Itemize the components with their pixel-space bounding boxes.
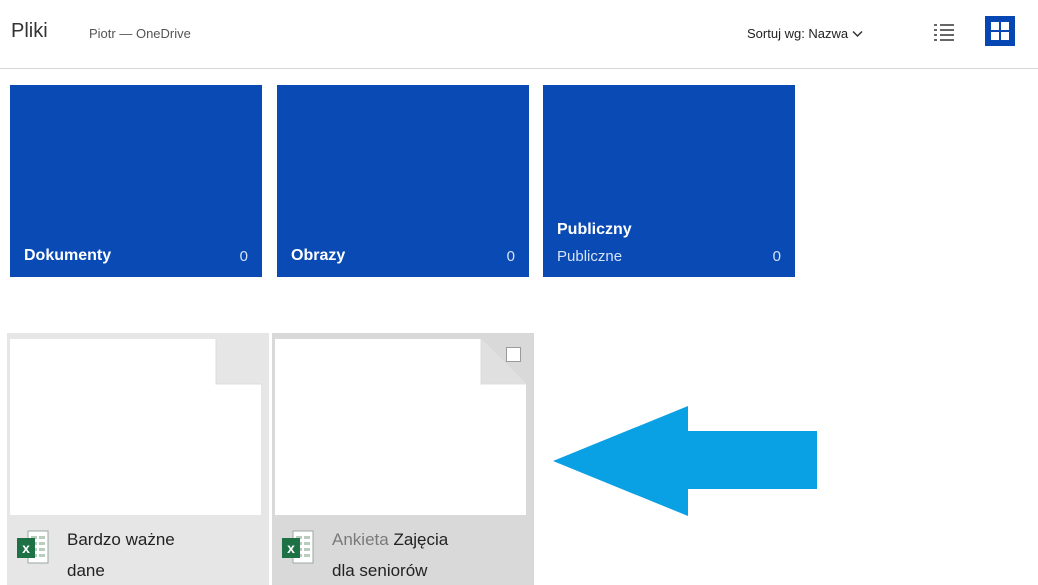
file-name-part: Zajęcia [393, 530, 449, 549]
header-bar: Pliki Piotr — OneDrive Sortuj wg: Nazwa [0, 0, 1038, 69]
sort-label: Sortuj wg: Nazwa [747, 26, 849, 41]
folder-name: Dokumenty [24, 247, 112, 264]
svg-text:x: x [287, 540, 295, 556]
folder-item-count: 0 [506, 248, 515, 265]
folder-tile-dokumenty[interactable]: Dokumenty 0 [10, 85, 262, 277]
folder-tile-publiczny[interactable]: Publiczny Publiczne 0 [543, 85, 795, 277]
sort-dropdown[interactable]: Sortuj wg: Nazwa [747, 26, 863, 41]
folder-name: Obrazy [291, 247, 346, 264]
file-name-line2: dla seniorów [332, 561, 428, 580]
list-view-icon[interactable] [933, 22, 955, 42]
folder-item-count: 0 [772, 248, 781, 265]
excel-icon: x [282, 530, 314, 564]
page-title: Pliki [11, 20, 48, 42]
file-name-line1: Ankieta Zajęcia [332, 530, 448, 550]
excel-icon: x [17, 530, 49, 564]
select-checkbox[interactable] [506, 347, 521, 362]
grid-view-icon [991, 22, 1009, 40]
file-name-prefix: Ankieta [332, 530, 394, 549]
file-name-line1: Bardzo ważne [67, 530, 175, 550]
arrow-left-icon [553, 406, 817, 516]
chevron-down-icon [852, 30, 863, 37]
file-name-part: Bardzo ważne [67, 530, 175, 549]
folder-item-count: 0 [239, 248, 248, 265]
svg-text:x: x [22, 540, 30, 556]
breadcrumb[interactable]: Piotr — OneDrive [89, 26, 191, 41]
file-tile-bardzo-wazne-dane[interactable]: x Bardzo ważne dane [7, 333, 269, 585]
file-name-line2: dane [67, 561, 105, 580]
folder-name: Publiczny [557, 221, 632, 238]
file-tile-ankieta-zajecia[interactable]: x Ankieta Zajęcia dla seniorów [272, 333, 534, 585]
folder-subtitle: Publiczne [557, 248, 623, 265]
document-thumbnail [10, 339, 261, 515]
folder-tile-obrazy[interactable]: Obrazy 0 [277, 85, 529, 277]
document-thumbnail [275, 339, 526, 515]
tiles-view-button[interactable] [985, 16, 1015, 46]
